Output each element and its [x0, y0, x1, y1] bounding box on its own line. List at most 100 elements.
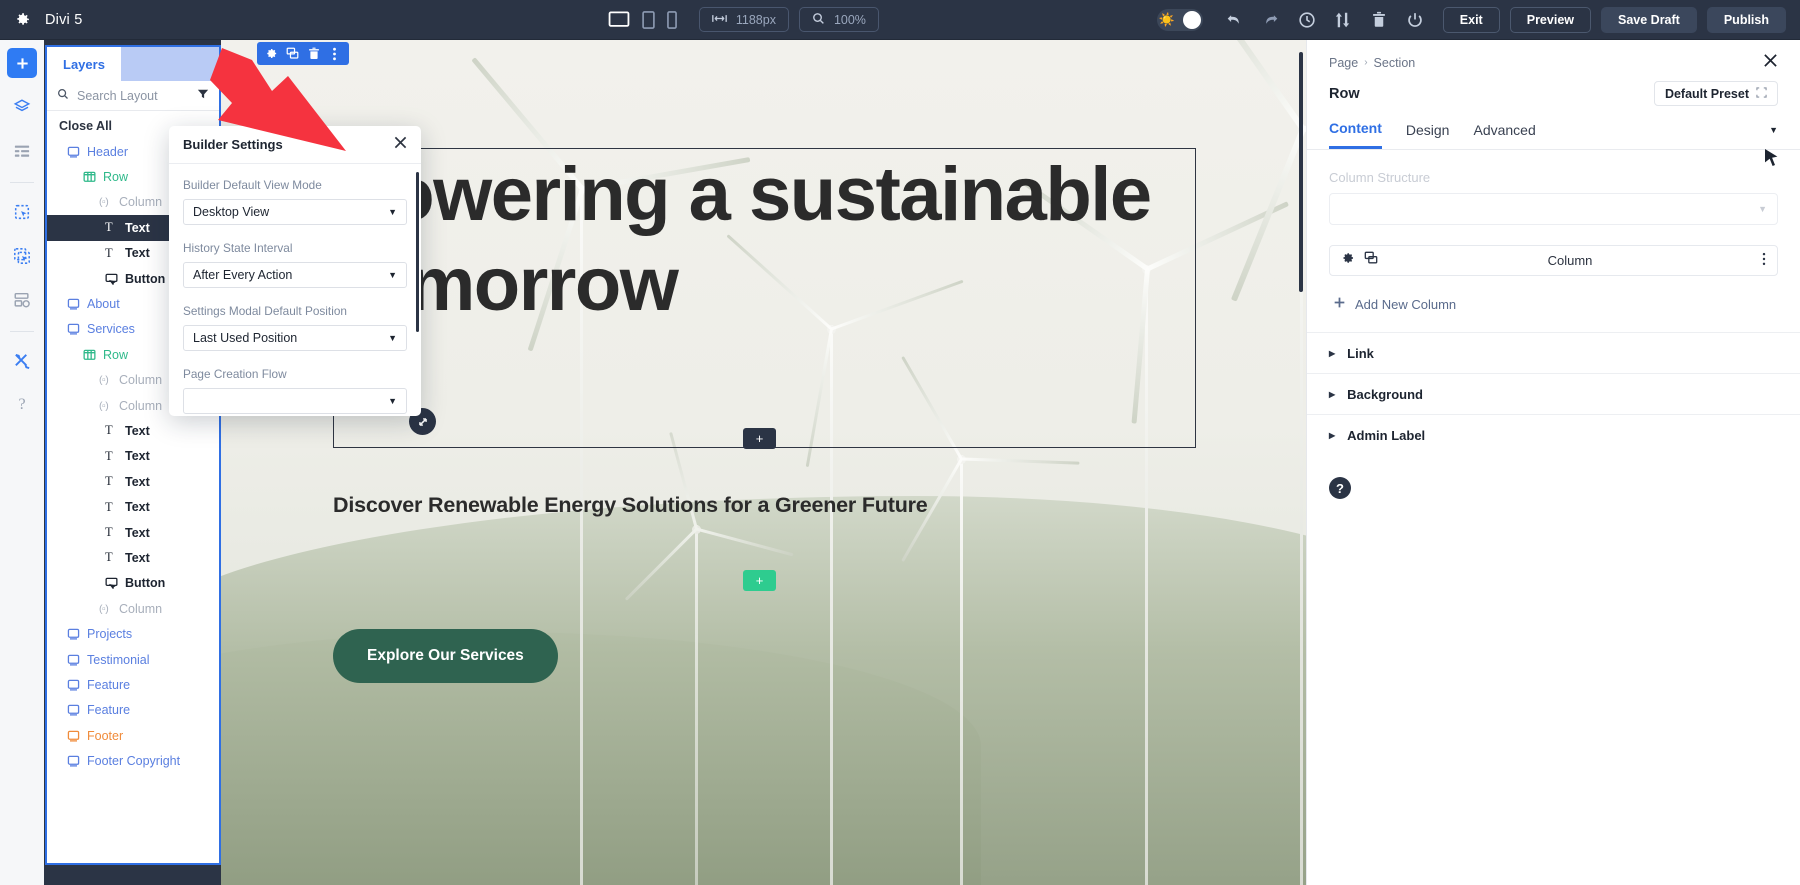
hero-subheading[interactable]: Discover Renewable Energy Solutions for … [333, 493, 928, 518]
add-new-column-button[interactable]: Add New Column [1329, 294, 1778, 332]
layer-item-text[interactable]: TText [47, 520, 219, 545]
trash-icon[interactable] [1364, 5, 1394, 35]
accordion-background[interactable]: ▶Background [1307, 373, 1800, 414]
close-icon[interactable] [394, 136, 407, 153]
top-toolbar: Divi 5 1188px [0, 0, 1800, 40]
trash-icon[interactable] [304, 44, 323, 63]
setting-select-0[interactable]: Desktop View▼ [183, 199, 407, 225]
phone-view-button[interactable] [667, 11, 677, 29]
layer-item-button[interactable]: Button [47, 571, 219, 596]
gear-icon[interactable] [1341, 251, 1355, 270]
zoom-value: 100% [834, 13, 866, 27]
theme-toggle[interactable]: ☀️ [1157, 9, 1203, 31]
setting-select-2[interactable]: Last Used Position▼ [183, 325, 407, 351]
gear-icon[interactable] [262, 44, 281, 63]
canvas-width-field[interactable]: 1188px [699, 7, 789, 32]
layer-item-label: Footer Copyright [87, 754, 180, 768]
chevron-down-icon: ▼ [388, 270, 397, 280]
question-mark-icon[interactable]: ? [7, 390, 37, 420]
tab-content[interactable]: Content [1329, 120, 1382, 149]
kebab-menu-icon[interactable] [325, 44, 344, 63]
layer-item-column[interactable]: (▫)Column [47, 596, 219, 621]
layer-item-text[interactable]: TText [47, 494, 219, 519]
search-input[interactable]: Search Layout [77, 89, 189, 103]
triangle-right-icon: ▶ [1329, 431, 1335, 440]
close-icon[interactable] [1763, 53, 1778, 72]
layer-item-text[interactable]: TText [47, 418, 219, 443]
setting-value: Last Used Position [193, 331, 297, 345]
help-button[interactable]: ? [1329, 477, 1351, 499]
list-icon[interactable] [7, 136, 37, 166]
builder-settings-modal: Builder Settings Builder Default View Mo… [169, 126, 421, 416]
layer-item-text[interactable]: TText [47, 545, 219, 570]
save-draft-button[interactable]: Save Draft [1601, 7, 1697, 33]
layer-item-feature[interactable]: Feature [47, 698, 219, 723]
gear-icon[interactable] [14, 11, 31, 28]
accordion-admin-label[interactable]: ▶Admin Label [1307, 414, 1800, 455]
layer-item-label: Text [125, 526, 150, 540]
column-icon: (▫) [99, 603, 113, 615]
desktop-view-button[interactable] [608, 11, 630, 29]
redo-icon[interactable] [1256, 5, 1286, 35]
layers-search-row[interactable]: Search Layout [47, 81, 219, 111]
tab-advanced[interactable]: Advanced [1473, 122, 1535, 148]
sun-icon: ☀️ [1159, 13, 1175, 26]
section-icon [67, 704, 81, 716]
layer-item-label: Column [119, 195, 162, 209]
inspect-icon[interactable] [7, 285, 37, 315]
layer-item-footer[interactable]: Footer [47, 723, 219, 748]
duplicate-icon[interactable] [1364, 251, 1378, 270]
exit-button[interactable]: Exit [1443, 7, 1500, 33]
accordion-link[interactable]: ▶Link [1307, 332, 1800, 373]
duplicate-icon[interactable] [283, 44, 302, 63]
setting-label: Page Creation Flow [183, 367, 407, 381]
layer-item-projects[interactable]: Projects [47, 621, 219, 646]
tab-layers[interactable]: Layers [47, 47, 121, 81]
column-item-row[interactable]: Column [1329, 245, 1778, 276]
publish-button[interactable]: Publish [1707, 7, 1786, 33]
modal-scrollbar[interactable] [416, 172, 419, 332]
kebab-menu-icon[interactable] [1762, 252, 1766, 269]
history-clock-icon[interactable] [1292, 5, 1322, 35]
page-title: Row [1329, 86, 1360, 102]
layer-item-text[interactable]: TText [47, 469, 219, 494]
wrench-tools-icon[interactable] [7, 346, 37, 376]
add-row-button[interactable]: + [743, 428, 776, 449]
layer-item-text[interactable]: TText [47, 444, 219, 469]
power-icon[interactable] [1400, 5, 1430, 35]
setting-select-3[interactable]: ▼ [183, 388, 407, 414]
select-frame-icon[interactable] [7, 197, 37, 227]
add-module-button[interactable] [7, 48, 37, 78]
tab-design[interactable]: Design [1406, 122, 1450, 148]
right-settings-panel: Page › Section Row Default Preset Conten… [1306, 40, 1800, 885]
undo-icon[interactable] [1220, 5, 1250, 35]
setting-label: Settings Modal Default Position [183, 304, 407, 318]
add-module-button[interactable]: + [743, 570, 776, 591]
layer-item-label: Feature [87, 678, 130, 692]
layer-item-testimonial[interactable]: Testimonial [47, 647, 219, 672]
setting-select-1[interactable]: After Every Action ▼ [183, 262, 407, 288]
explore-services-button[interactable]: Explore Our Services [333, 629, 558, 683]
viewport-switcher [608, 11, 677, 29]
multi-select-icon[interactable] [7, 241, 37, 271]
panel-title-row: Row Default Preset [1307, 72, 1800, 106]
layer-item-label: Column [119, 399, 162, 413]
setting-value: After Every Action [193, 268, 292, 282]
breadcrumb-section[interactable]: Section [1374, 56, 1416, 70]
preset-selector[interactable]: Default Preset [1654, 81, 1778, 106]
zoom-field[interactable]: 100% [799, 7, 879, 32]
tablet-view-button[interactable] [642, 11, 655, 29]
layer-item-feature[interactable]: Feature [47, 672, 219, 697]
breadcrumb-page[interactable]: Page [1329, 56, 1358, 70]
filter-icon[interactable] [197, 87, 209, 105]
sort-arrows-icon[interactable] [1328, 5, 1358, 35]
layer-item-label: Services [87, 322, 135, 336]
canvas-scrollbar[interactable] [1299, 52, 1303, 292]
layers-icon[interactable] [7, 92, 37, 122]
chevron-down-icon[interactable]: ▼ [1769, 125, 1778, 145]
column-structure-select[interactable]: ▼ [1329, 193, 1778, 225]
preset-label: Default Preset [1665, 87, 1749, 101]
preview-button[interactable]: Preview [1510, 7, 1591, 33]
layer-item-footer-copyright[interactable]: Footer Copyright [47, 748, 219, 773]
magnifier-icon [812, 12, 825, 28]
